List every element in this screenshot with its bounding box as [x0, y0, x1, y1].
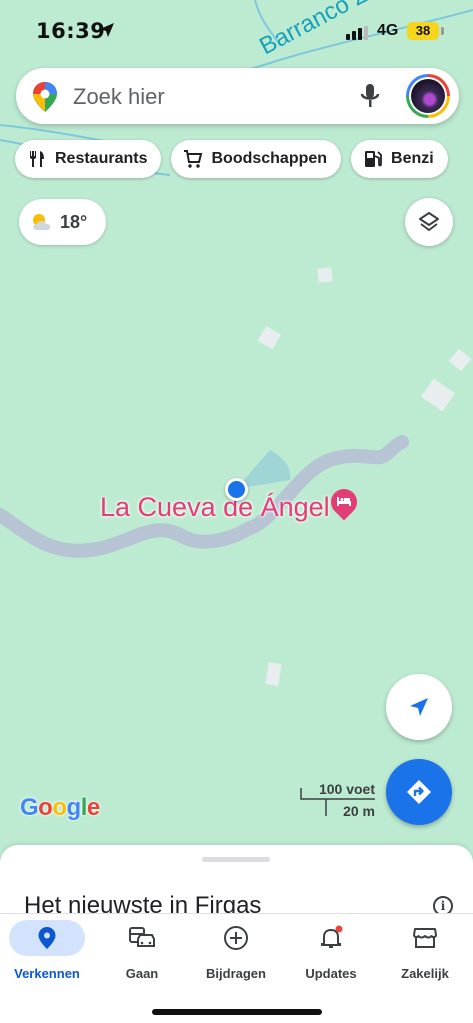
navigation-arrow-icon	[410, 698, 428, 716]
map-scale: 100 voet 20 m	[299, 780, 379, 820]
battery-cap	[441, 27, 444, 35]
tab-label: Zakelijk	[401, 966, 449, 981]
directions-icon	[407, 780, 431, 804]
location-arrow-icon	[100, 23, 114, 37]
tab-go[interactable]: Gaan	[97, 920, 187, 981]
directions-button[interactable]	[386, 759, 452, 825]
chip-groceries[interactable]: Boodschappen	[171, 140, 342, 178]
fuel-icon	[365, 151, 382, 167]
location-pin-icon	[38, 927, 56, 949]
tab-explore[interactable]: Verkennen	[2, 920, 92, 981]
tab-contribute[interactable]: Bijdragen	[191, 920, 281, 981]
tab-label: Bijdragen	[206, 966, 266, 981]
cart-icon	[184, 150, 203, 168]
bottom-tab-bar: Verkennen Gaan Bijdragen Updates Zakelij…	[0, 913, 473, 1023]
scale-imperial: 100 voet	[318, 781, 375, 797]
commute-icon	[129, 927, 155, 947]
tab-updates[interactable]: Updates	[286, 920, 376, 981]
place-label[interactable]: La Cueva de Ángel	[100, 492, 330, 523]
scale-metric: 20 m	[343, 803, 375, 819]
microphone-icon[interactable]	[359, 82, 381, 110]
chip-fuel[interactable]: Benzi	[351, 140, 448, 178]
current-location-dot	[225, 478, 248, 501]
weather-temperature: 18°	[60, 211, 88, 232]
search-input[interactable]: Zoek hier	[73, 84, 165, 110]
tab-label: Gaan	[125, 966, 159, 981]
status-bar: 16:39 4G 38	[0, 0, 473, 60]
google-maps-pin-icon	[33, 82, 57, 112]
status-time: 16:39	[36, 19, 106, 43]
bell-icon	[321, 925, 343, 948]
tab-label: Verkennen	[14, 966, 80, 981]
category-chips: Restaurants Boodschappen Benzi	[15, 140, 448, 178]
bed-icon	[337, 497, 351, 506]
tab-label: Updates	[305, 966, 357, 981]
layers-button[interactable]	[405, 198, 453, 246]
google-logo: Google	[20, 794, 100, 821]
account-avatar[interactable]	[406, 74, 450, 118]
tab-business[interactable]: Zakelijk	[380, 920, 470, 981]
signal-icon	[346, 26, 368, 40]
sheet-drag-handle[interactable]	[202, 857, 270, 862]
chip-restaurants[interactable]: Restaurants	[15, 140, 162, 178]
chip-label: Benzi	[391, 150, 434, 167]
battery-icon: 38	[407, 22, 439, 40]
home-indicator	[152, 1009, 322, 1015]
add-circle-icon	[224, 926, 248, 950]
fork-knife-icon	[30, 151, 44, 167]
layers-icon	[419, 212, 439, 231]
chip-label: Restaurants	[55, 150, 148, 167]
network-type: 4G	[377, 22, 399, 39]
weather-chip[interactable]: 18°	[19, 199, 106, 245]
search-bar[interactable]: Zoek hier	[16, 68, 459, 124]
partly-cloudy-icon	[33, 214, 51, 230]
recenter-button[interactable]	[386, 674, 452, 740]
chip-label: Boodschappen	[211, 150, 328, 167]
storefront-icon	[413, 928, 437, 948]
